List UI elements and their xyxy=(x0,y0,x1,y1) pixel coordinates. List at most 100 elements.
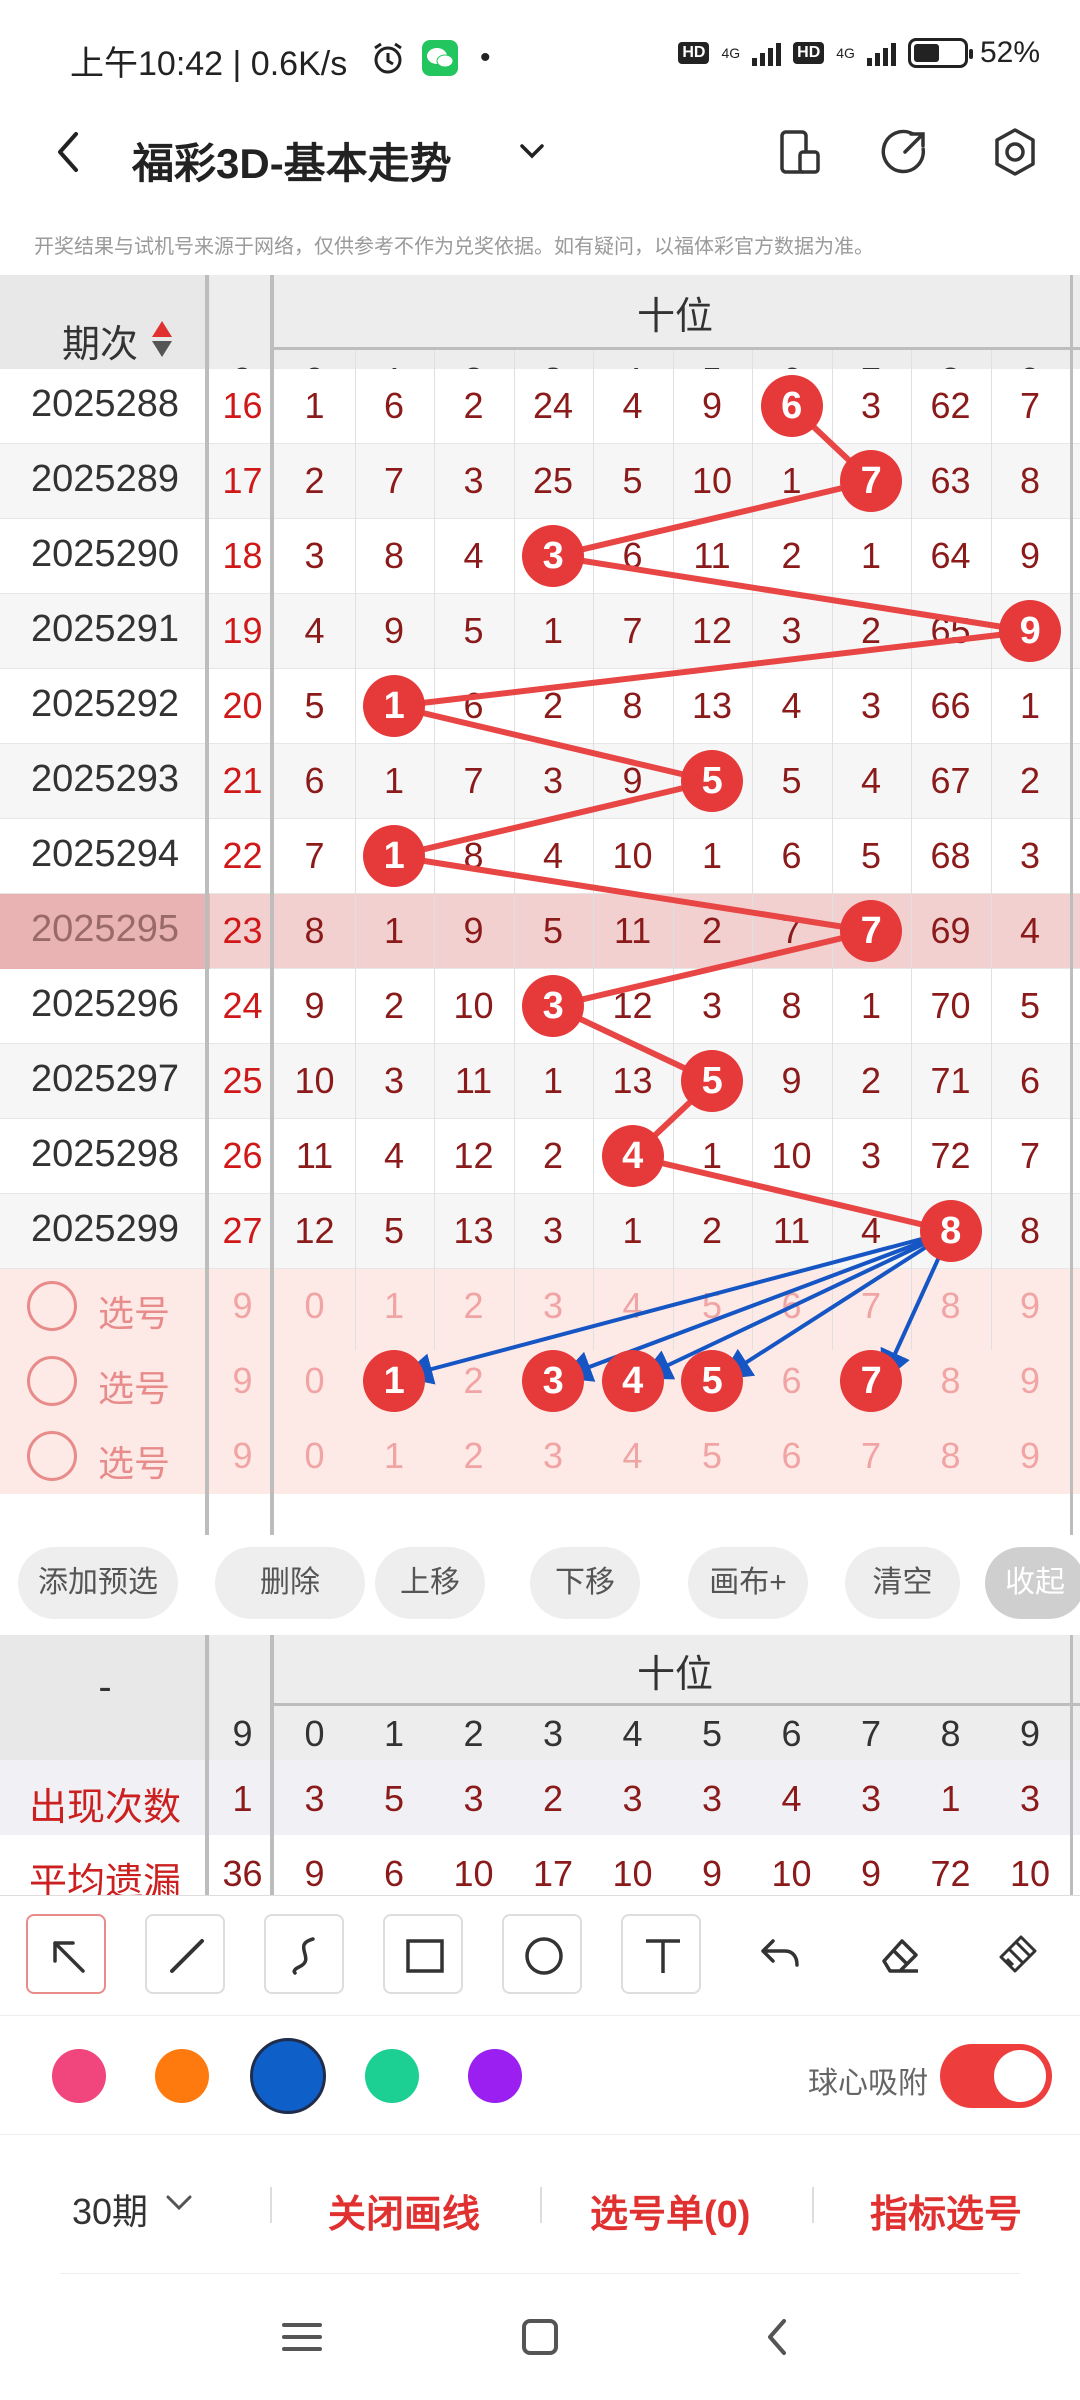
rectangle-icon[interactable] xyxy=(383,1914,463,1994)
cell-value: 2 xyxy=(701,1209,723,1251)
cell-value: 10 xyxy=(691,459,733,501)
close-lines-button[interactable]: 关闭画线 xyxy=(328,2183,480,2238)
period-select[interactable]: 30期 xyxy=(72,2183,148,2235)
pick-digit[interactable]: 6 xyxy=(752,1435,831,1477)
stats-digit-0: 0 xyxy=(304,1713,325,1754)
phone-layout-icon[interactable] xyxy=(770,122,830,182)
period-number: 2025295 xyxy=(31,907,179,950)
cell-value: 9 xyxy=(701,384,723,426)
pick-digit[interactable]: 2 xyxy=(434,1435,513,1477)
stats-row-label: 出现次数 xyxy=(28,1787,181,1829)
cell-value: 10 xyxy=(771,1134,812,1176)
hit-ball: 4 xyxy=(601,1125,664,1188)
action-button[interactable]: 收起 xyxy=(985,1547,1080,1619)
undo-icon[interactable] xyxy=(740,1914,820,1994)
pick-digit[interactable]: 5 xyxy=(673,1435,752,1477)
page-title[interactable]: 福彩3D-基本走势 xyxy=(132,130,452,191)
stats-lead-value: 1 xyxy=(232,1778,253,1819)
chevron-down-icon[interactable] xyxy=(512,130,552,170)
home-icon[interactable] xyxy=(510,2307,570,2367)
sort-icon[interactable] xyxy=(150,319,174,359)
action-button[interactable]: 删除 xyxy=(215,1547,365,1619)
pick-digit[interactable]: 4 xyxy=(593,1435,672,1477)
color-swatch[interactable] xyxy=(468,2049,522,2103)
cell-value: 3 xyxy=(860,684,882,726)
back-icon[interactable] xyxy=(40,122,100,182)
pick-digit[interactable]: 2 xyxy=(434,1360,513,1402)
cell-value: 1 xyxy=(860,984,882,1026)
cell-value: 4 xyxy=(383,1134,405,1176)
pick-digit[interactable]: 3 xyxy=(514,1435,593,1477)
pick-radio[interactable] xyxy=(27,1430,77,1481)
pick-digit[interactable]: 8 xyxy=(911,1435,990,1477)
action-button[interactable]: 上移 xyxy=(375,1547,485,1619)
pick-digit[interactable]: 9 xyxy=(991,1360,1070,1402)
color-swatch[interactable] xyxy=(365,2049,419,2103)
cell-value: 11 xyxy=(295,1134,334,1176)
lead-value: 18 xyxy=(222,534,263,576)
action-button[interactable]: 添加预选 xyxy=(18,1547,178,1619)
settings-icon[interactable] xyxy=(985,122,1045,182)
pick-digit[interactable]: 7 xyxy=(832,1285,911,1327)
cell-value: 8 xyxy=(1019,1209,1041,1251)
share-icon[interactable] xyxy=(875,122,935,182)
period-number: 2025291 xyxy=(31,607,179,650)
index-pick-button[interactable]: 指标选号 xyxy=(870,2183,1022,2238)
pick-digit[interactable]: 2 xyxy=(434,1285,513,1327)
chevron-down-icon[interactable] xyxy=(164,2191,194,2215)
stats-column-divider xyxy=(205,1635,209,1895)
line-icon[interactable] xyxy=(145,1914,225,1994)
eraser-icon[interactable] xyxy=(859,1914,939,1994)
action-button[interactable]: 下移 xyxy=(530,1547,640,1619)
action-button[interactable]: 画布+ xyxy=(688,1547,808,1619)
cell-value: 9 xyxy=(781,1059,802,1101)
action-button[interactable]: 清空 xyxy=(845,1547,960,1619)
circle-icon[interactable] xyxy=(502,1914,582,1994)
pick-digit[interactable]: 9 xyxy=(991,1285,1070,1327)
cursor-arrow-icon[interactable] xyxy=(26,1914,106,1994)
color-swatch[interactable] xyxy=(52,2049,106,2103)
stats-value: 17 xyxy=(532,1853,574,1894)
pick-digit[interactable]: 7 xyxy=(832,1435,911,1477)
pick-digit[interactable]: 8 xyxy=(911,1285,990,1327)
bottom-bar: 30期 关闭画线 选号单(0) 指标选号 xyxy=(0,2135,1080,2275)
pick-digit[interactable]: 0 xyxy=(275,1285,354,1327)
pick-digit[interactable]: 4 xyxy=(593,1285,672,1327)
cell-value: 3 xyxy=(1019,834,1041,876)
pick-digit[interactable]: 1 xyxy=(355,1435,434,1477)
cell-value: 64 xyxy=(930,534,971,576)
column-divider xyxy=(672,350,674,1350)
pick-digit[interactable]: 8 xyxy=(911,1360,990,1402)
stats-column-divider xyxy=(1070,1635,1073,1895)
cell-value: 4 xyxy=(860,1209,882,1251)
pick-digit[interactable]: 6 xyxy=(752,1285,831,1327)
pick-digit[interactable]: 9 xyxy=(991,1435,1070,1477)
color-swatch[interactable] xyxy=(155,2049,209,2103)
pick-digit[interactable]: 6 xyxy=(752,1360,831,1402)
nav-back-icon[interactable] xyxy=(748,2307,808,2367)
pick-digit[interactable]: 0 xyxy=(275,1435,354,1477)
pick-digit[interactable]: 5 xyxy=(673,1285,752,1327)
lead-value: 20 xyxy=(222,684,263,726)
pick-radio[interactable] xyxy=(27,1355,77,1406)
color-swatch[interactable] xyxy=(250,2038,326,2114)
cell-value: 10 xyxy=(294,1059,335,1101)
clear-brush-icon[interactable] xyxy=(978,1914,1058,1994)
trend-chart[interactable]: 期次 十位 90123456789 2025288161622449362720… xyxy=(0,275,1080,1535)
column-divider xyxy=(434,350,435,1350)
snap-toggle[interactable] xyxy=(940,2044,1052,2108)
cell-value: 9 xyxy=(622,759,643,801)
cell-value: 13 xyxy=(691,684,733,726)
menu-icon[interactable] xyxy=(272,2307,332,2367)
cell-value: 5 xyxy=(860,834,882,876)
pick-radio[interactable] xyxy=(27,1280,77,1331)
pick-digit[interactable]: 0 xyxy=(275,1360,354,1402)
pick-digit[interactable]: 1 xyxy=(355,1285,434,1327)
pick-list-button[interactable]: 选号单(0) xyxy=(590,2183,750,2238)
text-icon[interactable] xyxy=(621,1914,701,1994)
cell-value: 2 xyxy=(860,609,882,651)
lead-value: 16 xyxy=(222,384,263,426)
curve-icon[interactable] xyxy=(264,1914,344,1994)
selected-ball[interactable]: 4 xyxy=(601,1350,664,1413)
pick-digit[interactable]: 3 xyxy=(514,1285,593,1327)
